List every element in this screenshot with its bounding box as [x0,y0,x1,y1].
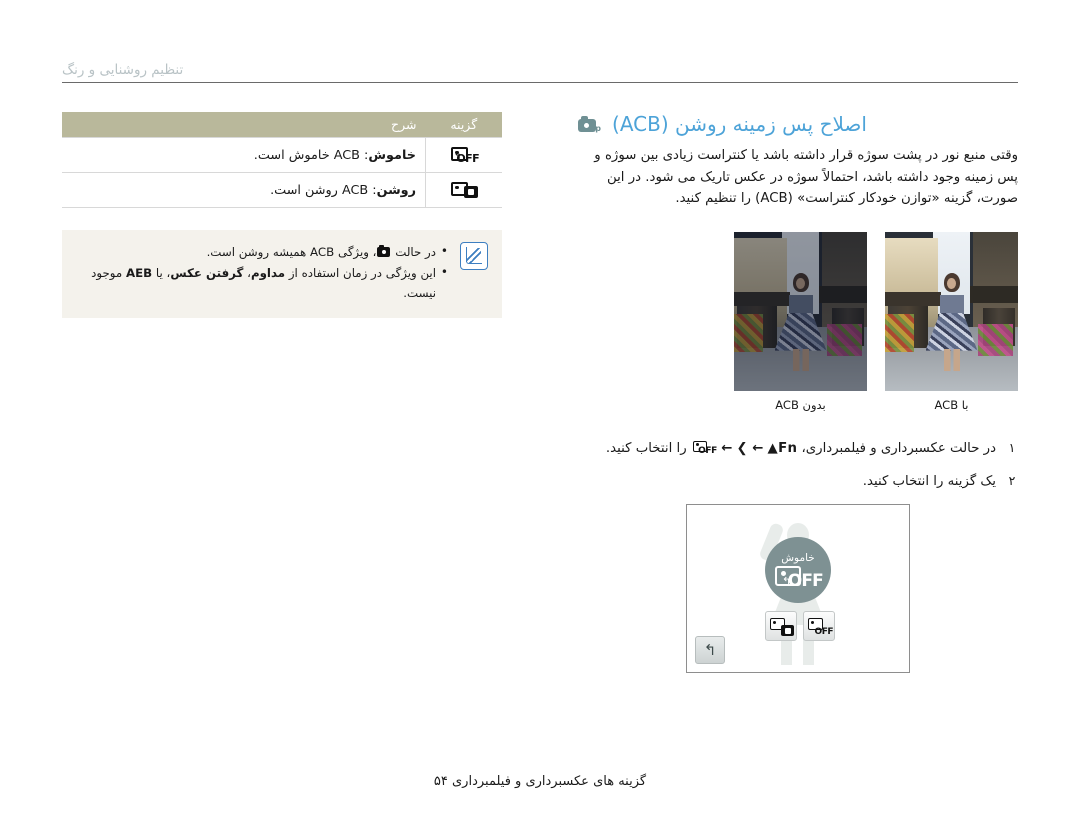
page-header: تنظیم روشنایی و رنگ [62,62,1018,83]
option-description-on: ACB روشن است. [270,182,373,198]
sample-photo-without-acb: بدون ACB [734,231,867,412]
acb-off-option[interactable]: OFF [803,611,835,642]
step-2-number: ۲ [1008,472,1016,488]
table-cell-description-off: خاموش: ACB خاموش است. [62,137,426,173]
table-cell-description-on: روشن: ACB روشن است. [62,172,426,208]
options-table-body: ↰ OFF خاموش: ACB خاموش است. روشن: ACB رو… [62,137,502,208]
sample-caption-with-acb: با ACB [934,397,969,412]
table-row: ↰ OFF خاموش: ACB خاموش است. [62,137,502,173]
option-label-on: روشن [376,182,416,198]
right-key-icon: ❯ [736,440,748,456]
manual-page: تنظیم روشنایی و رنگ p اصلاح پس زمینه روش… [0,0,1080,815]
selected-option-label: خاموش [781,551,815,564]
note-list: در حالت ، ویژگی ACB همیشه روشن است. این … [76,241,448,304]
note-item-2-bold-capture: گرفتن عکس [170,265,244,280]
option-label-off: خاموش [368,147,416,163]
camera-acb-icon: p [578,115,601,133]
table-header-description: شرح [62,112,426,138]
note-item-2-bold-aeb: AEB [125,265,153,280]
camera-lcd-screen[interactable]: خاموش ↰ OFF OFF ↰ [686,504,910,674]
photo-image-bright [885,231,1018,391]
note-item-2-mid1: ، [243,265,251,280]
camera-lcd-wrapper: خاموش ↰ OFF OFF ↰ [578,504,1018,674]
note-box: در حالت ، ویژگی ACB همیشه روشن است. این … [62,230,502,318]
note-pencil-icon [460,242,488,270]
arrow-2-icon: ← [721,440,733,456]
note-item-1-pre: در حالت [391,245,436,259]
step-2: ۲ یک گزینه را انتخاب کنید. [578,471,1018,492]
note-item-2-pre: این ویژگی در زمان استفاده از [285,265,436,280]
note-item-2: این ویژگی در زمان استفاده از مداوم، گرفت… [76,262,448,304]
page-footer: گزینه های عکسبرداری و فیلمبرداری ۵۴ [433,774,647,789]
section-title: اصلاح پس زمینه روشن (ACB) [612,112,867,136]
note-item-2-bold-continuous: مداوم [250,265,286,280]
up-key-icon: ▲ [767,440,779,456]
table-header-row: گزینه شرح [62,112,502,138]
options-table-head: گزینه شرح [62,112,502,138]
options-table: گزینه شرح ↰ OFF خاموش: ACB خاموش است. رو… [62,112,502,208]
acb-off-icon: ↰ OFF [449,145,480,165]
note-item-1: در حالت ، ویژگی ACB همیشه روشن است. [76,241,448,263]
acb-on-icon [449,180,479,200]
step-1-suffix: را انتخاب کنید. [605,440,691,456]
acb-off-large-icon: ↰ OFF [775,565,824,589]
fn-key-label: Fn [778,440,798,456]
section-heading: p اصلاح پس زمینه روشن (ACB) [578,112,1018,136]
back-button[interactable]: ↰ [695,636,725,665]
photo-image-dark [734,231,867,391]
arrow-1-icon: ← [752,440,764,456]
header-divider [62,82,1018,83]
note-item-2-mid2: ، یا [152,265,171,280]
options-column: گزینه شرح ↰ OFF خاموش: ACB خاموش است. رو… [62,112,502,318]
sample-caption-without-acb: بدون ACB [775,397,826,412]
step-1-number: ۱ [1008,439,1016,455]
procedure-steps: ۱ در حالت عکسبرداری و فیلمبرداری، Fn▲ ← … [578,438,1018,493]
table-cell-icon-on [425,172,502,208]
smart-auto-camera-icon [377,244,391,257]
table-row: روشن: ACB روشن است. [62,172,502,208]
acb-off-icon: OFF [692,440,717,455]
main-content-column: p اصلاح پس زمینه روشن (ACB) وقتی منبع نو… [578,112,1018,674]
sample-photo-with-acb: با ACB [885,231,1018,412]
step-1-prefix: در حالت عکسبرداری و فیلمبرداری، [797,440,996,456]
step-1-text: در حالت عکسبرداری و فیلمبرداری، Fn▲ ← ❯ … [578,438,996,459]
table-cell-icon-off: ↰ OFF [425,137,502,173]
acb-on-option[interactable] [765,611,797,642]
section-paragraph: وقتی منبع نور در پشت سوژه قرار داشته باش… [578,145,1018,210]
step-2-text: یک گزینه را انتخاب کنید. [862,473,996,489]
header-title: تنظیم روشنایی و رنگ [62,62,184,78]
lcd-option-row: OFF [765,611,835,642]
note-item-1-post: ، ویژگی ACB همیشه روشن است. [206,245,377,259]
step-1: ۱ در حالت عکسبرداری و فیلمبرداری، Fn▲ ← … [578,438,1018,459]
section-paragraph-text: وقتی منبع نور در پشت سوژه قرار داشته باش… [594,148,1018,207]
selected-option-badge: خاموش ↰ OFF [765,537,831,604]
option-description-off: ACB خاموش است. [253,147,365,163]
table-header-option: گزینه [425,112,502,138]
sample-photo-row: با ACB بدون ACB [578,231,1018,412]
